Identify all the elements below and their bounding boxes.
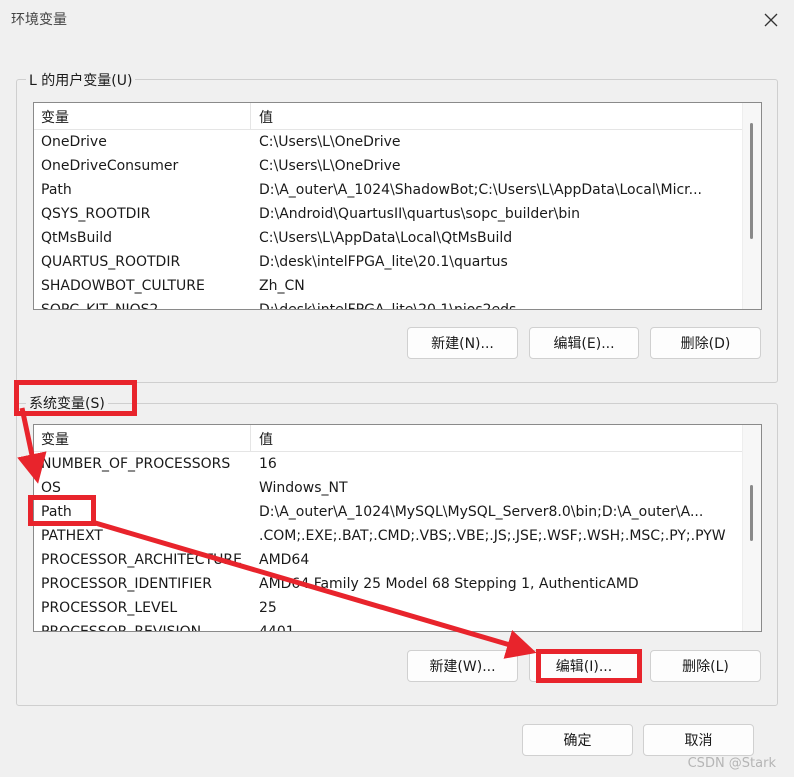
table-row[interactable]: SHADOWBOT_CULTURE Zh_CN	[34, 274, 743, 298]
system-vars-scrollbar[interactable]	[742, 425, 761, 631]
table-row[interactable]: PROCESSOR_REVISION 4401	[34, 620, 743, 632]
user-vars-scroll-thumb[interactable]	[750, 123, 753, 239]
column-header-value[interactable]: 值	[259, 107, 273, 127]
table-row[interactable]: OneDriveConsumer C:\Users\L\OneDrive	[34, 154, 743, 178]
variable-name: SHADOWBOT_CULTURE	[41, 278, 205, 294]
table-row[interactable]: PROCESSOR_LEVEL 25	[34, 596, 743, 620]
system-edit-button[interactable]: 编辑(I)...	[529, 650, 639, 682]
variable-value: D:\A_outer\A_1024\MySQL\MySQL_Server8.0\…	[259, 504, 704, 520]
table-row[interactable]: PATHEXT .COM;.EXE;.BAT;.CMD;.VBS;.VBE;.JS…	[34, 524, 743, 548]
table-row[interactable]: OneDrive C:\Users\L\OneDrive	[34, 130, 743, 154]
user-vars-scrollbar[interactable]	[742, 103, 761, 309]
system-vars-header: 变量 值	[34, 425, 761, 452]
system-new-button[interactable]: 新建(W)...	[407, 650, 518, 682]
table-row[interactable]: SOPC_KIT_NIOS2 D:\desk\intelFPGA_lite\20.…	[34, 298, 743, 310]
column-header-value[interactable]: 值	[259, 429, 273, 449]
title-bar: 环境变量	[0, 0, 794, 40]
user-vars-rows: OneDrive C:\Users\L\OneDrive OneDriveConsu…	[34, 130, 743, 310]
table-row[interactable]: QSYS_ROOTDIR D:\Android\QuartusII\quartus…	[34, 202, 743, 226]
table-row[interactable]: PROCESSOR_IDENTIFIER AMD64 Family 25 Mode…	[34, 572, 743, 596]
watermark: CSDN @Stark	[687, 756, 776, 771]
system-vars-scroll-thumb[interactable]	[750, 485, 753, 541]
column-divider[interactable]	[250, 425, 251, 451]
variable-value: Windows_NT	[259, 480, 348, 496]
cancel-button[interactable]: 取消	[643, 724, 754, 756]
variable-value: D:\desk\intelFPGA_lite\20.1\quartus	[259, 254, 508, 270]
table-row[interactable]: QUARTUS_ROOTDIR D:\desk\intelFPGA_lite\20…	[34, 250, 743, 274]
variable-name: SOPC_KIT_NIOS2	[41, 302, 159, 310]
variable-value: AMD64	[259, 552, 310, 568]
variable-name: OS	[41, 480, 61, 496]
table-row[interactable]: NUMBER_OF_PROCESSORS 16	[34, 452, 743, 476]
table-row[interactable]: Path D:\A_outer\A_1024\MySQL\MySQL_Server…	[34, 500, 743, 524]
table-row[interactable]: QtMsBuild C:\Users\L\AppData\Local\QtMsBu…	[34, 226, 743, 250]
variable-value: Zh_CN	[259, 278, 305, 294]
variable-name: OneDrive	[41, 134, 107, 150]
table-row[interactable]: OS Windows_NT	[34, 476, 743, 500]
variable-name: PROCESSOR_ARCHITECTURE	[41, 552, 242, 568]
system-vars-label: 系统变量(S)	[26, 393, 108, 413]
user-new-button[interactable]: 新建(N)...	[407, 327, 518, 359]
column-header-variable[interactable]: 变量	[41, 429, 69, 449]
variable-name: PROCESSOR_LEVEL	[41, 600, 178, 616]
variable-value: D:\Android\QuartusII\quartus\sopc_builde…	[259, 206, 580, 222]
system-vars-list[interactable]: 变量 值 NUMBER_OF_PROCESSORS 16 OS Windows_NT P…	[33, 424, 762, 632]
variable-name: PROCESSOR_IDENTIFIER	[41, 576, 212, 592]
variable-name: QtMsBuild	[41, 230, 113, 246]
window-title: 环境变量	[11, 12, 67, 28]
variable-name: Path	[41, 504, 72, 520]
system-vars-rows: NUMBER_OF_PROCESSORS 16 OS Windows_NT Path D:…	[34, 452, 743, 632]
column-divider[interactable]	[250, 103, 251, 129]
variable-name: QSYS_ROOTDIR	[41, 206, 151, 222]
variable-value: D:\desk\intelFPGA_lite\20.1\nios2eds	[259, 302, 517, 310]
user-vars-label: L 的用户变量(U)	[26, 70, 136, 90]
system-delete-button[interactable]: 删除(L)	[650, 650, 761, 682]
variable-name: PATHEXT	[41, 528, 103, 544]
variable-name: Path	[41, 182, 72, 198]
table-row[interactable]: PROCESSOR_ARCHITECTURE AMD64	[34, 548, 743, 572]
variable-value: .COM;.EXE;.BAT;.CMD;.VBS;.VBE;.JS;.JSE;.…	[259, 528, 726, 544]
variable-value: 4401	[259, 624, 295, 632]
user-vars-header: 变量 值	[34, 103, 761, 130]
variable-name: NUMBER_OF_PROCESSORS	[41, 456, 231, 472]
variable-value: C:\Users\L\AppData\Local\QtMsBuild	[259, 230, 513, 246]
user-edit-button[interactable]: 编辑(E)...	[529, 327, 639, 359]
variable-value: D:\A_outer\A_1024\ShadowBot;C:\Users\L\A…	[259, 182, 702, 198]
close-icon[interactable]	[758, 8, 784, 32]
ok-button[interactable]: 确定	[522, 724, 633, 756]
variable-name: PROCESSOR_REVISION	[41, 624, 202, 632]
variable-value: 16	[259, 456, 277, 472]
user-delete-button[interactable]: 删除(D)	[650, 327, 761, 359]
variable-name: OneDriveConsumer	[41, 158, 179, 174]
variable-value: AMD64 Family 25 Model 68 Stepping 1, Aut…	[259, 576, 639, 592]
column-header-variable[interactable]: 变量	[41, 107, 69, 127]
variable-value: 25	[259, 600, 277, 616]
table-row[interactable]: Path D:\A_outer\A_1024\ShadowBot;C:\Users…	[34, 178, 743, 202]
variable-value: C:\Users\L\OneDrive	[259, 134, 401, 150]
variable-value: C:\Users\L\OneDrive	[259, 158, 401, 174]
user-vars-list[interactable]: 变量 值 OneDrive C:\Users\L\OneDrive OneDrive…	[33, 102, 762, 310]
variable-name: QUARTUS_ROOTDIR	[41, 254, 181, 270]
